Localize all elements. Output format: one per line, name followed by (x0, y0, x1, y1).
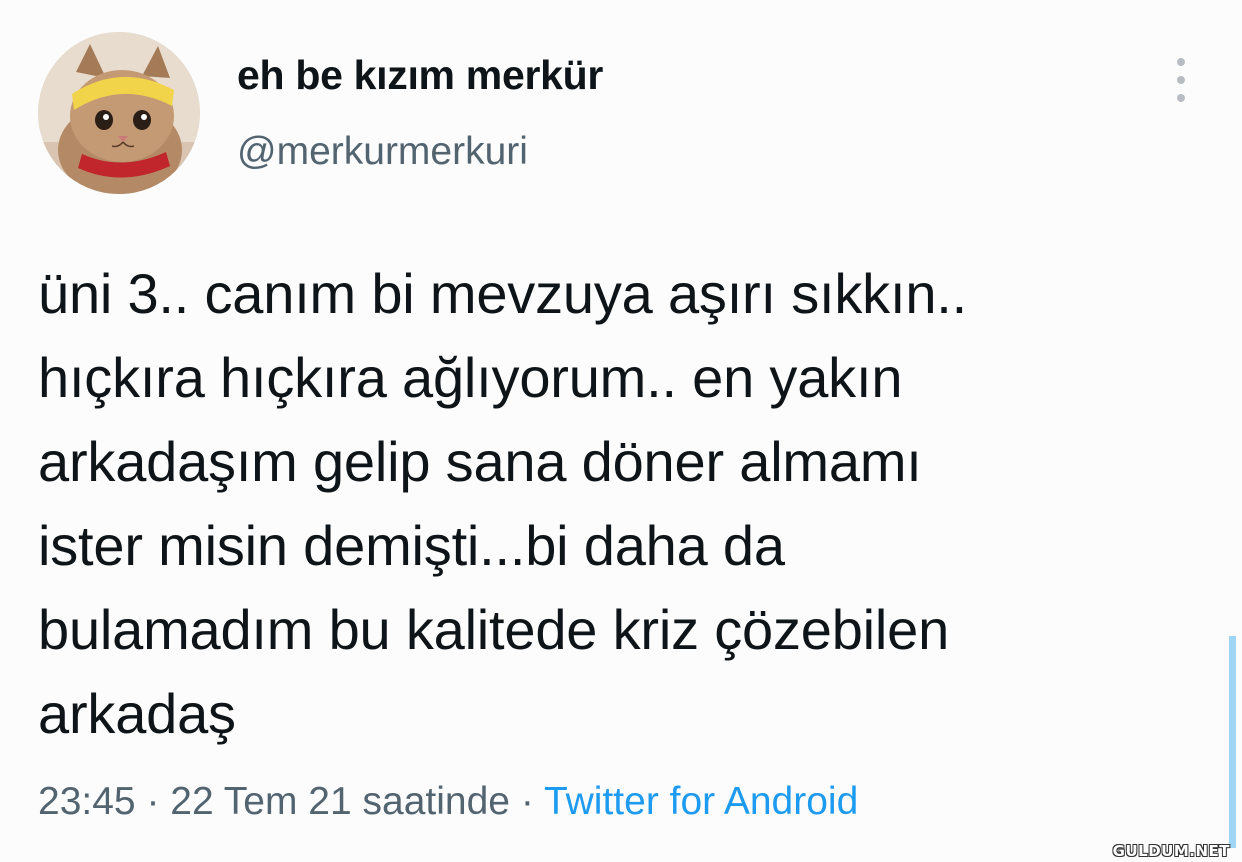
user-handle[interactable]: @merkurmerkuri (237, 130, 528, 174)
scrollbar[interactable] (1229, 636, 1236, 848)
display-name[interactable]: eh be kızım merkür (237, 52, 603, 99)
watermark-logo: GULDUM.NET (1112, 842, 1230, 860)
more-dot (1177, 94, 1185, 102)
more-vertical-icon[interactable] (1166, 58, 1196, 102)
more-dot (1177, 76, 1185, 84)
tweet-source-link[interactable]: Twitter for Android (544, 780, 858, 823)
tweet-meta: 23:45 · 22 Tem 21 saatinde · Twitter for… (38, 780, 858, 824)
tweet-time[interactable]: 23:45 (38, 780, 136, 823)
tweet-date[interactable]: 22 Tem 21 saatinde (170, 780, 510, 823)
more-dot (1177, 58, 1185, 66)
meta-separator: · (135, 780, 171, 823)
avatar[interactable] (38, 32, 200, 194)
meta-separator: · (509, 780, 544, 823)
cat-avatar-image (38, 32, 200, 194)
tweet-text: üni 3.. canım bi mevzuya aşırı sıkkın.. … (38, 262, 967, 745)
tweet-card: eh be kızım merkür @merkurmerkuri üni 3.… (0, 0, 1242, 862)
